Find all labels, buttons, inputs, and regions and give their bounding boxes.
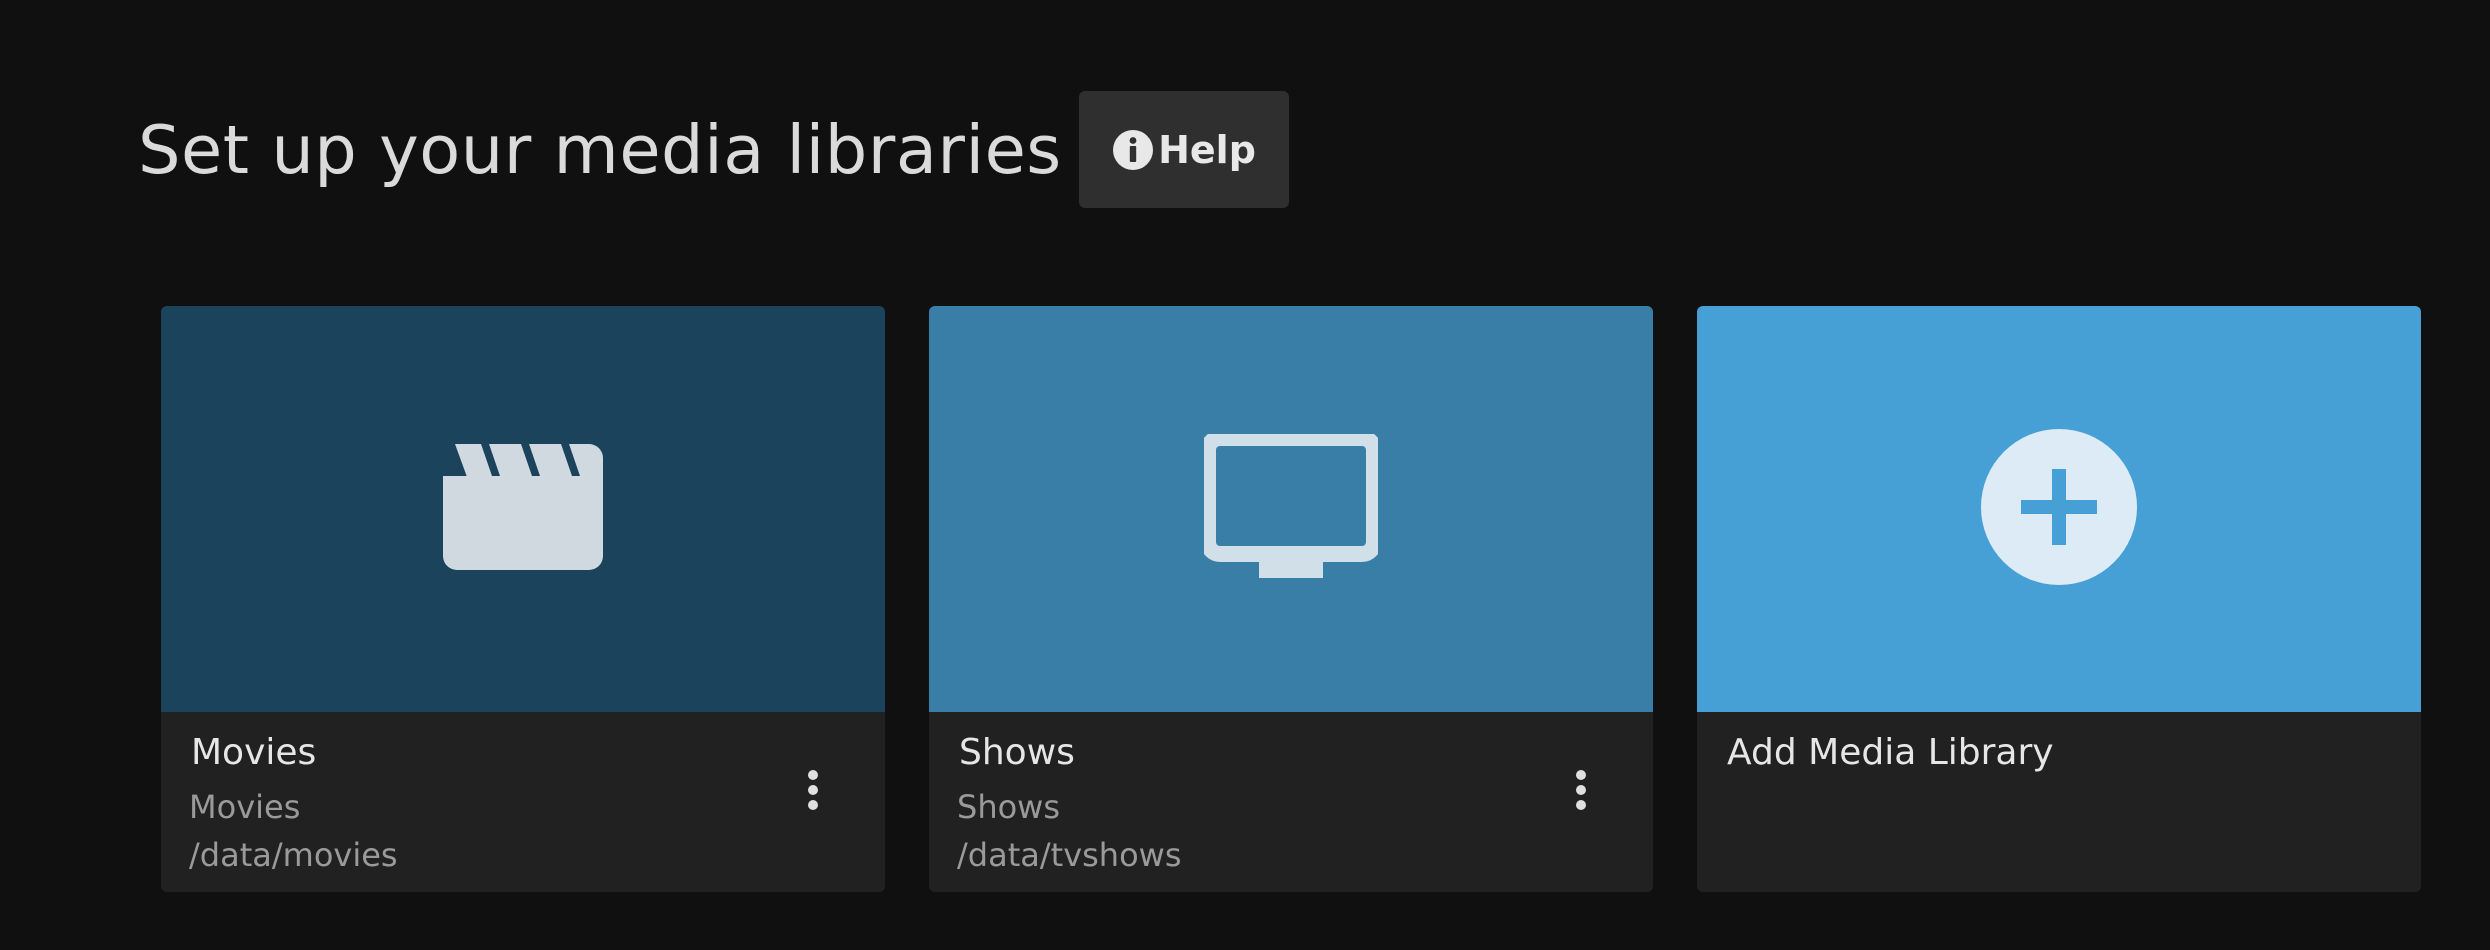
library-card-movies[interactable]: Movies Movies /data/movies	[161, 306, 885, 892]
library-card-shows[interactable]: Shows Shows /data/tvshows	[929, 306, 1653, 892]
library-name: Movies	[191, 732, 317, 773]
add-media-library-card[interactable]: Add Media Library	[1697, 306, 2421, 892]
more-vert-icon	[1576, 770, 1586, 780]
library-card-footer: Movies Movies /data/movies	[161, 712, 885, 892]
library-path: /data/movies	[189, 836, 398, 874]
media-library-setup-page: Set up your media libraries Help Movies …	[0, 0, 2490, 950]
library-card-image	[161, 306, 885, 712]
clapperboard-icon	[443, 444, 603, 574]
library-name: Shows	[959, 732, 1075, 773]
more-options-button[interactable]	[793, 758, 833, 822]
add-library-label: Add Media Library	[1727, 732, 2054, 773]
add-circle-icon	[1981, 429, 2137, 589]
more-options-button[interactable]	[1561, 758, 1601, 822]
add-library-card-image	[1697, 306, 2421, 712]
tv-icon	[1200, 430, 1382, 584]
library-path: /data/tvshows	[957, 836, 1182, 874]
help-label: Help	[1158, 127, 1256, 172]
library-card-footer: Shows Shows /data/tvshows	[929, 712, 1653, 892]
info-circle-icon	[1112, 129, 1154, 171]
page-header: Set up your media libraries	[138, 90, 1062, 210]
library-type: Shows	[957, 788, 1061, 826]
library-card-image	[929, 306, 1653, 712]
library-type: Movies	[189, 788, 301, 826]
more-vert-icon	[808, 770, 818, 780]
help-button[interactable]: Help	[1079, 91, 1289, 208]
add-library-card-footer: Add Media Library	[1697, 712, 2421, 892]
page-title: Set up your media libraries	[138, 110, 1062, 189]
